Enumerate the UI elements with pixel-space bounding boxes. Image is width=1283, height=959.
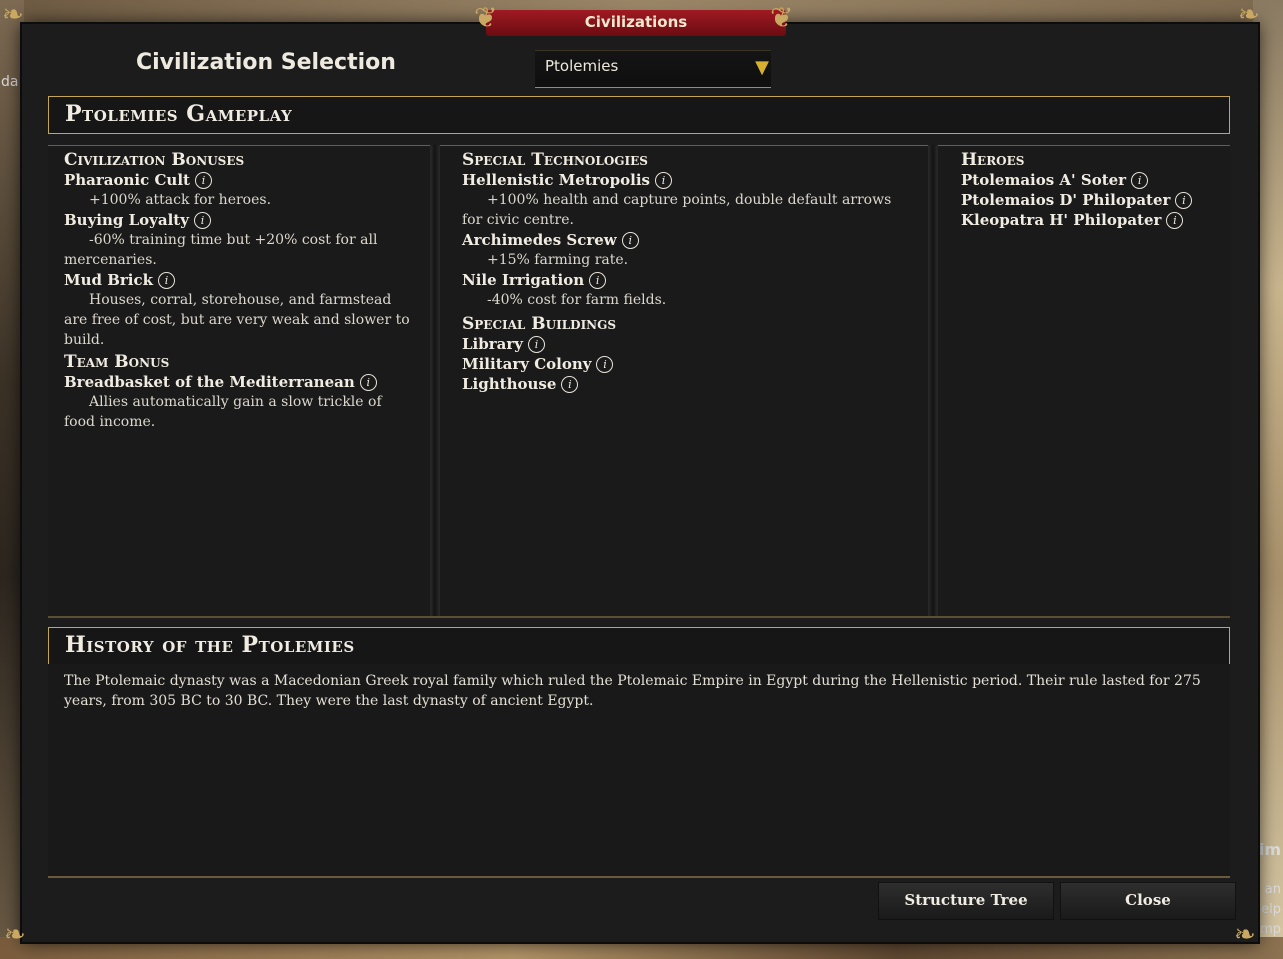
info-icon[interactable]: i — [621, 232, 639, 249]
close-button[interactable]: Close — [1060, 882, 1236, 920]
column-civ-bonuses: Civilization Bonuses Pharaonic Cult i +10… — [48, 145, 430, 618]
info-icon[interactable]: i — [655, 172, 673, 189]
page-title: Civilization Selection — [136, 50, 396, 75]
background-text-right-2: an — [1264, 882, 1281, 897]
history-section-header: History of the Ptolemies — [48, 627, 1230, 665]
gameplay-bottom-rule — [48, 616, 1230, 618]
gameplay-section-title: Ptolemies Gameplay — [65, 101, 293, 127]
ornament-left-icon: ❦ — [474, 1, 498, 34]
info-icon[interactable]: i — [589, 272, 607, 289]
tech-description: +15% farming rate. — [487, 252, 629, 268]
special-buildings-heading: Special Buildings — [462, 314, 617, 334]
info-icon[interactable]: i — [193, 212, 211, 229]
tech-name: Nile Irrigation i — [462, 270, 906, 290]
building-name: Lighthouse i — [462, 374, 906, 394]
background-text-right-3: elp — [1261, 902, 1281, 917]
column-divider — [430, 145, 440, 617]
team-bonus-name: Breadbasket of the Mediterranean i — [64, 372, 414, 392]
civ-bonuses-heading: Civilization Bonuses — [64, 150, 245, 170]
hero-name: Ptolemaios A' Soter i — [961, 170, 1207, 190]
info-icon[interactable]: i — [158, 272, 176, 289]
info-icon[interactable]: i — [1175, 192, 1193, 209]
building-name: Military Colony i — [462, 354, 906, 374]
info-icon[interactable]: i — [359, 374, 377, 391]
gameplay-section-header: Ptolemies Gameplay — [48, 96, 1230, 134]
corner-ornament-bottom-right-icon: ❧ — [1234, 920, 1256, 950]
column-special-techs: Special Technologies Hellenistic Metropo… — [440, 145, 928, 618]
corner-ornament-top-right-icon: ❧ — [1238, 0, 1260, 30]
bonus-name: Pharaonic Cult i — [64, 170, 414, 190]
background-text-right-4: mp — [1260, 922, 1281, 937]
bonus-description: Houses, corral, storehouse, and farmstea… — [64, 292, 410, 348]
bonus-name: Buying Loyalty i — [64, 210, 414, 230]
hero-name: Ptolemaios D' Philopater i — [961, 190, 1207, 210]
team-bonus-description: Allies automatically gain a slow trickle… — [64, 394, 382, 430]
column-divider — [928, 145, 938, 617]
background-scenery-left — [0, 0, 24, 959]
corner-ornament-bottom-left-icon: ❧ — [4, 920, 26, 950]
column-heroes: Heroes Ptolemaios A' Soter i Ptolemaios D… — [938, 145, 1230, 618]
info-icon[interactable]: i — [561, 376, 579, 393]
civilization-dropdown-value: Ptolemies — [545, 57, 619, 75]
bonus-description: +100% attack for heroes. — [89, 192, 272, 208]
building-name: Library i — [462, 334, 906, 354]
history-section-title: History of the Ptolemies — [65, 632, 355, 658]
bonus-description: -60% training time but +20% cost for all… — [64, 232, 378, 268]
tech-description: -40% cost for farm fields. — [487, 292, 667, 308]
tech-name: Archimedes Screw i — [462, 230, 906, 250]
special-techs-heading: Special Technologies — [462, 150, 648, 170]
background-text-right-1: im — [1258, 840, 1281, 859]
heroes-heading: Heroes — [961, 150, 1025, 170]
bonus-name: Mud Brick i — [64, 270, 414, 290]
civilization-dropdown[interactable]: Ptolemies ▼ — [535, 50, 771, 88]
corner-ornament-top-left-icon: ❧ — [2, 0, 24, 30]
tech-description: +100% health and capture points, double … — [462, 192, 892, 228]
tech-name: Hellenistic Metropolis i — [462, 170, 906, 190]
info-icon[interactable]: i — [1131, 172, 1149, 189]
footer-rule — [48, 876, 1230, 878]
background-text-left: da — [1, 74, 19, 90]
info-icon[interactable]: i — [527, 336, 545, 353]
history-text: The Ptolemaic dynasty was a Macedonian G… — [64, 673, 1201, 709]
info-icon[interactable]: i — [596, 356, 614, 373]
info-icon[interactable]: i — [194, 172, 212, 189]
info-icon[interactable]: i — [1166, 212, 1184, 229]
team-bonus-heading: Team Bonus — [64, 352, 170, 372]
triangle-down-icon: ▼ — [755, 57, 769, 78]
dialog-title: Civilizations — [486, 10, 786, 36]
ornament-right-icon: ❦ — [770, 1, 794, 34]
structure-tree-button[interactable]: Structure Tree — [878, 882, 1054, 920]
hero-name: Kleopatra H' Philopater i — [961, 210, 1207, 230]
